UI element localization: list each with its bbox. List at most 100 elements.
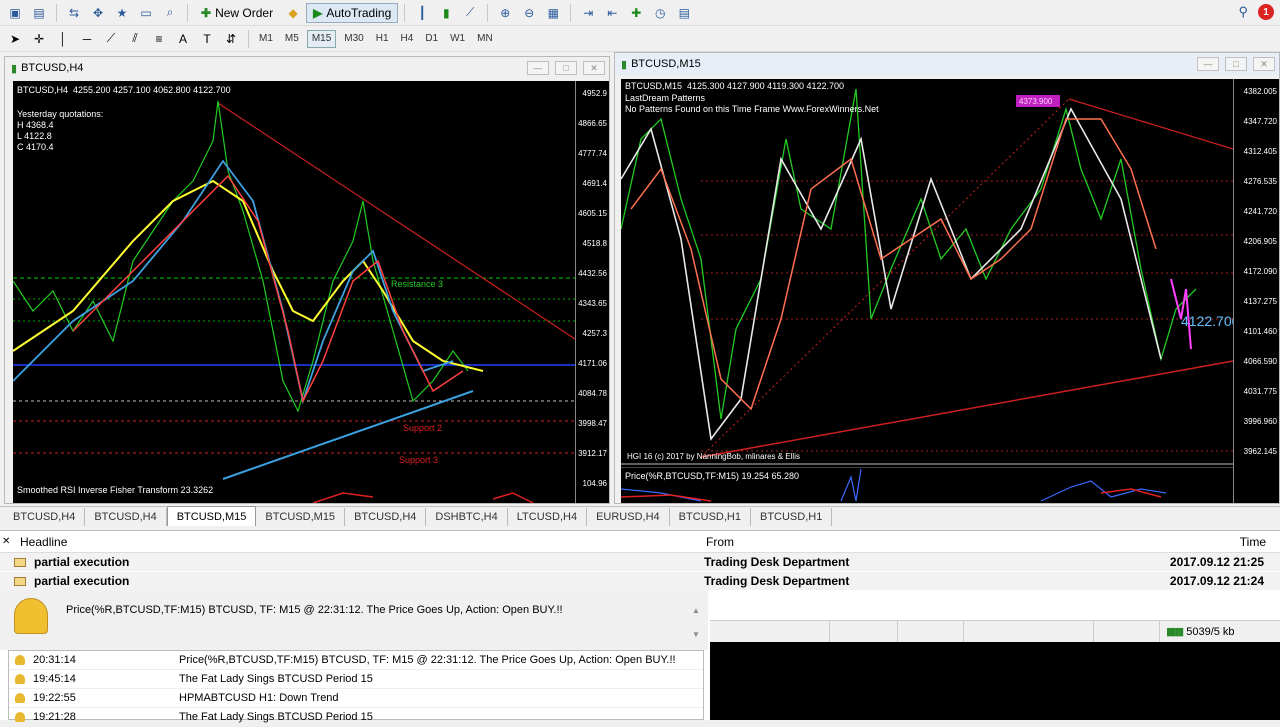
new-order-label: New Order — [215, 5, 274, 20]
price-chart[interactable]: BTCUSD,H4 4255.200 4257.100 4062.800 412… — [13, 81, 609, 503]
chart-tab[interactable]: LTCUSD,H4 — [508, 508, 588, 526]
profiles-icon[interactable]: ▤ — [28, 3, 50, 23]
search-icon[interactable]: ⚲ — [1238, 4, 1248, 20]
chart-tab[interactable]: BTCUSD,M15 — [256, 508, 346, 526]
close-button[interactable]: ✕ — [583, 61, 605, 75]
alert-history-list[interactable]: 20:31:14 Price(%R,BTCUSD,TF:M15) BTCUSD, … — [8, 650, 704, 727]
favorites-icon[interactable]: ★ — [111, 3, 133, 23]
bell-icon — [15, 712, 25, 722]
alert-row[interactable]: 20:31:14 Price(%R,BTCUSD,TF:M15) BTCUSD, … — [9, 651, 703, 670]
chart-tab[interactable]: BTCUSD,H4 — [85, 508, 167, 526]
meta-editor-icon[interactable]: ◆ — [282, 3, 304, 23]
line-chart-icon[interactable]: ⟋ — [459, 3, 481, 23]
timeframe-m5[interactable]: M5 — [281, 30, 303, 48]
chart-window-btcusd-h4[interactable]: ▮ BTCUSD,H4 — □ ✕ BTCUSD,H4 4255.200 425… — [4, 56, 610, 504]
chart-tab[interactable]: DSHBTC,H4 — [426, 508, 508, 526]
price-axis-label: 4276.535 — [1243, 177, 1277, 186]
trendline-icon[interactable]: ⟋ — [100, 29, 122, 49]
cursor-icon[interactable]: ➤ — [4, 29, 26, 49]
patterns-status: No Patterns Found on this Time Frame Www… — [625, 104, 879, 114]
minimize-button[interactable]: — — [1197, 57, 1219, 71]
chart-info-line: BTCUSD,H4 4255.200 4257.100 4062.800 412… — [17, 85, 231, 95]
new-order-button[interactable]: ✚ New Order — [194, 3, 280, 23]
connection-status[interactable]: ▮▮▮▮ 5039/5 kb — [1160, 621, 1235, 642]
alert-row[interactable]: 19:45:14 The Fat Lady Sings BTCUSD Period… — [9, 670, 703, 689]
indicators-icon[interactable]: ✚ — [625, 3, 647, 23]
chart-window-title: BTCUSD,H4 — [21, 62, 84, 74]
timeframe-m30[interactable]: M30 — [340, 30, 367, 48]
chart-tab[interactable]: BTCUSD,H1 — [751, 508, 833, 526]
panel-close-icon[interactable]: ✕ — [2, 536, 16, 547]
alert-row[interactable]: 19:22:55 HPMABTCUSD H1: Down Trend — [9, 689, 703, 708]
crosshair-icon[interactable]: ✛ — [28, 29, 50, 49]
price-axis-label: 4137.275 — [1243, 297, 1277, 306]
price-axis-label: 4777.74 — [578, 149, 607, 158]
market-watch-icon[interactable]: ⇆ — [63, 3, 85, 23]
periods-icon[interactable]: ◷ — [649, 3, 671, 23]
timeframe-m15[interactable]: M15 — [306, 29, 337, 48]
maximize-button[interactable]: □ — [555, 61, 577, 75]
templates-icon[interactable]: ▤ — [673, 3, 695, 23]
chart-tab[interactable]: BTCUSD,H1 — [670, 508, 751, 526]
price-axis-label: 4101.460 — [1243, 327, 1277, 336]
notification-badge[interactable]: 1 — [1258, 4, 1274, 20]
price-axis-label: 4084.78 — [578, 389, 607, 398]
maximize-button[interactable]: □ — [1225, 57, 1247, 71]
timeframe-h1[interactable]: H1 — [372, 30, 393, 48]
chart-info-line: BTCUSD,M15 4125.300 4127.900 4119.300 41… — [625, 81, 844, 91]
chart-tab[interactable]: EURUSD,H4 — [587, 508, 670, 526]
scroll-down-icon[interactable]: ▼ — [692, 630, 700, 639]
news-row[interactable]: partial execution Trading Desk Department… — [0, 572, 1280, 591]
price-axis[interactable]: 4952.9 4866.65 4777.74 4691.4 4605.15 4518.8 4… — [575, 81, 609, 503]
timeframe-m1[interactable]: M1 — [255, 30, 277, 48]
zoom-out-icon[interactable]: ⊖ — [518, 3, 540, 23]
news-time: 2017.09.12 21:25 — [1169, 555, 1264, 569]
headline-column-header[interactable]: Headline — [16, 535, 706, 549]
tile-windows-icon[interactable]: ▦ — [542, 3, 564, 23]
drawing-toolbar: ➤ ✛ │ ─ ⟋ ⫽ ≡ A T ⇵ M1 M5 M15 M30 H1 H4 D1 W1 MN — [0, 26, 1280, 52]
news-time: 2017.09.12 21:24 — [1169, 574, 1264, 588]
price-axis[interactable]: 4382.005 4347.720 4312.405 4276.535 4241.720… — [1233, 79, 1279, 503]
tester-icon[interactable]: ⌕ — [159, 3, 181, 23]
arrows-icon[interactable]: ⇵ — [220, 29, 242, 49]
price-axis-label: 4172.090 — [1243, 267, 1277, 276]
text-icon[interactable]: A — [172, 29, 194, 49]
minimize-button[interactable]: — — [527, 61, 549, 75]
timeframe-mn[interactable]: MN — [473, 30, 497, 48]
alert-time: 19:21:28 — [33, 711, 76, 723]
text-label-icon[interactable]: T — [196, 29, 218, 49]
terminal-icon[interactable]: ▭ — [135, 3, 157, 23]
news-row[interactable]: partial execution Trading Desk Department… — [0, 553, 1280, 572]
channel-icon[interactable]: ⫽ — [124, 29, 146, 49]
new-chart-icon[interactable]: ▣ — [4, 3, 26, 23]
close-button[interactable]: ✕ — [1253, 57, 1275, 71]
status-cell — [898, 621, 964, 643]
bar-chart-icon[interactable]: ┃ — [411, 3, 433, 23]
dark-panel — [710, 642, 1280, 720]
horizontal-line-icon[interactable]: ─ — [76, 29, 98, 49]
chart-shift-icon[interactable]: ⇥ — [577, 3, 599, 23]
chart-tab[interactable]: BTCUSD,H4 — [4, 508, 86, 526]
time-column-header[interactable]: Time — [1146, 535, 1266, 549]
timeframe-w1[interactable]: W1 — [446, 30, 469, 48]
chart-window-titlebar[interactable]: ▮ BTCUSD,M15 — □ ✕ — [615, 53, 1279, 75]
chart-tab[interactable]: BTCUSD,M15 — [166, 506, 257, 526]
timeframe-d1[interactable]: D1 — [421, 30, 442, 48]
vertical-line-icon[interactable]: │ — [52, 29, 74, 49]
chart-window-titlebar[interactable]: ▮ BTCUSD,H4 — □ ✕ — [5, 57, 609, 79]
price-axis-label: 4241.720 — [1243, 207, 1277, 216]
timeframe-h4[interactable]: H4 — [397, 30, 418, 48]
chart-tab[interactable]: BTCUSD,H4 — [345, 508, 427, 526]
scroll-up-icon[interactable]: ▲ — [692, 606, 700, 615]
separator — [487, 3, 489, 22]
chart-window-btcusd-m15[interactable]: ▮ BTCUSD,M15 — □ ✕ BTCUSD,M15 4125.300 4… — [614, 52, 1280, 504]
navigator-icon[interactable]: ✥ — [87, 3, 109, 23]
auto-trading-button[interactable]: ▶ AutoTrading — [306, 2, 399, 23]
zoom-in-icon[interactable]: ⊕ — [494, 3, 516, 23]
autoscroll-icon[interactable]: ⇤ — [601, 3, 623, 23]
fibonacci-icon[interactable]: ≡ — [148, 29, 170, 49]
from-column-header[interactable]: From — [706, 535, 1146, 549]
price-chart[interactable]: BTCUSD,M15 4125.300 4127.900 4119.300 41… — [621, 79, 1279, 503]
alert-row[interactable]: 19:21:28 The Fat Lady Sings BTCUSD Period… — [9, 708, 703, 727]
candlestick-icon[interactable]: ▮ — [435, 3, 457, 23]
